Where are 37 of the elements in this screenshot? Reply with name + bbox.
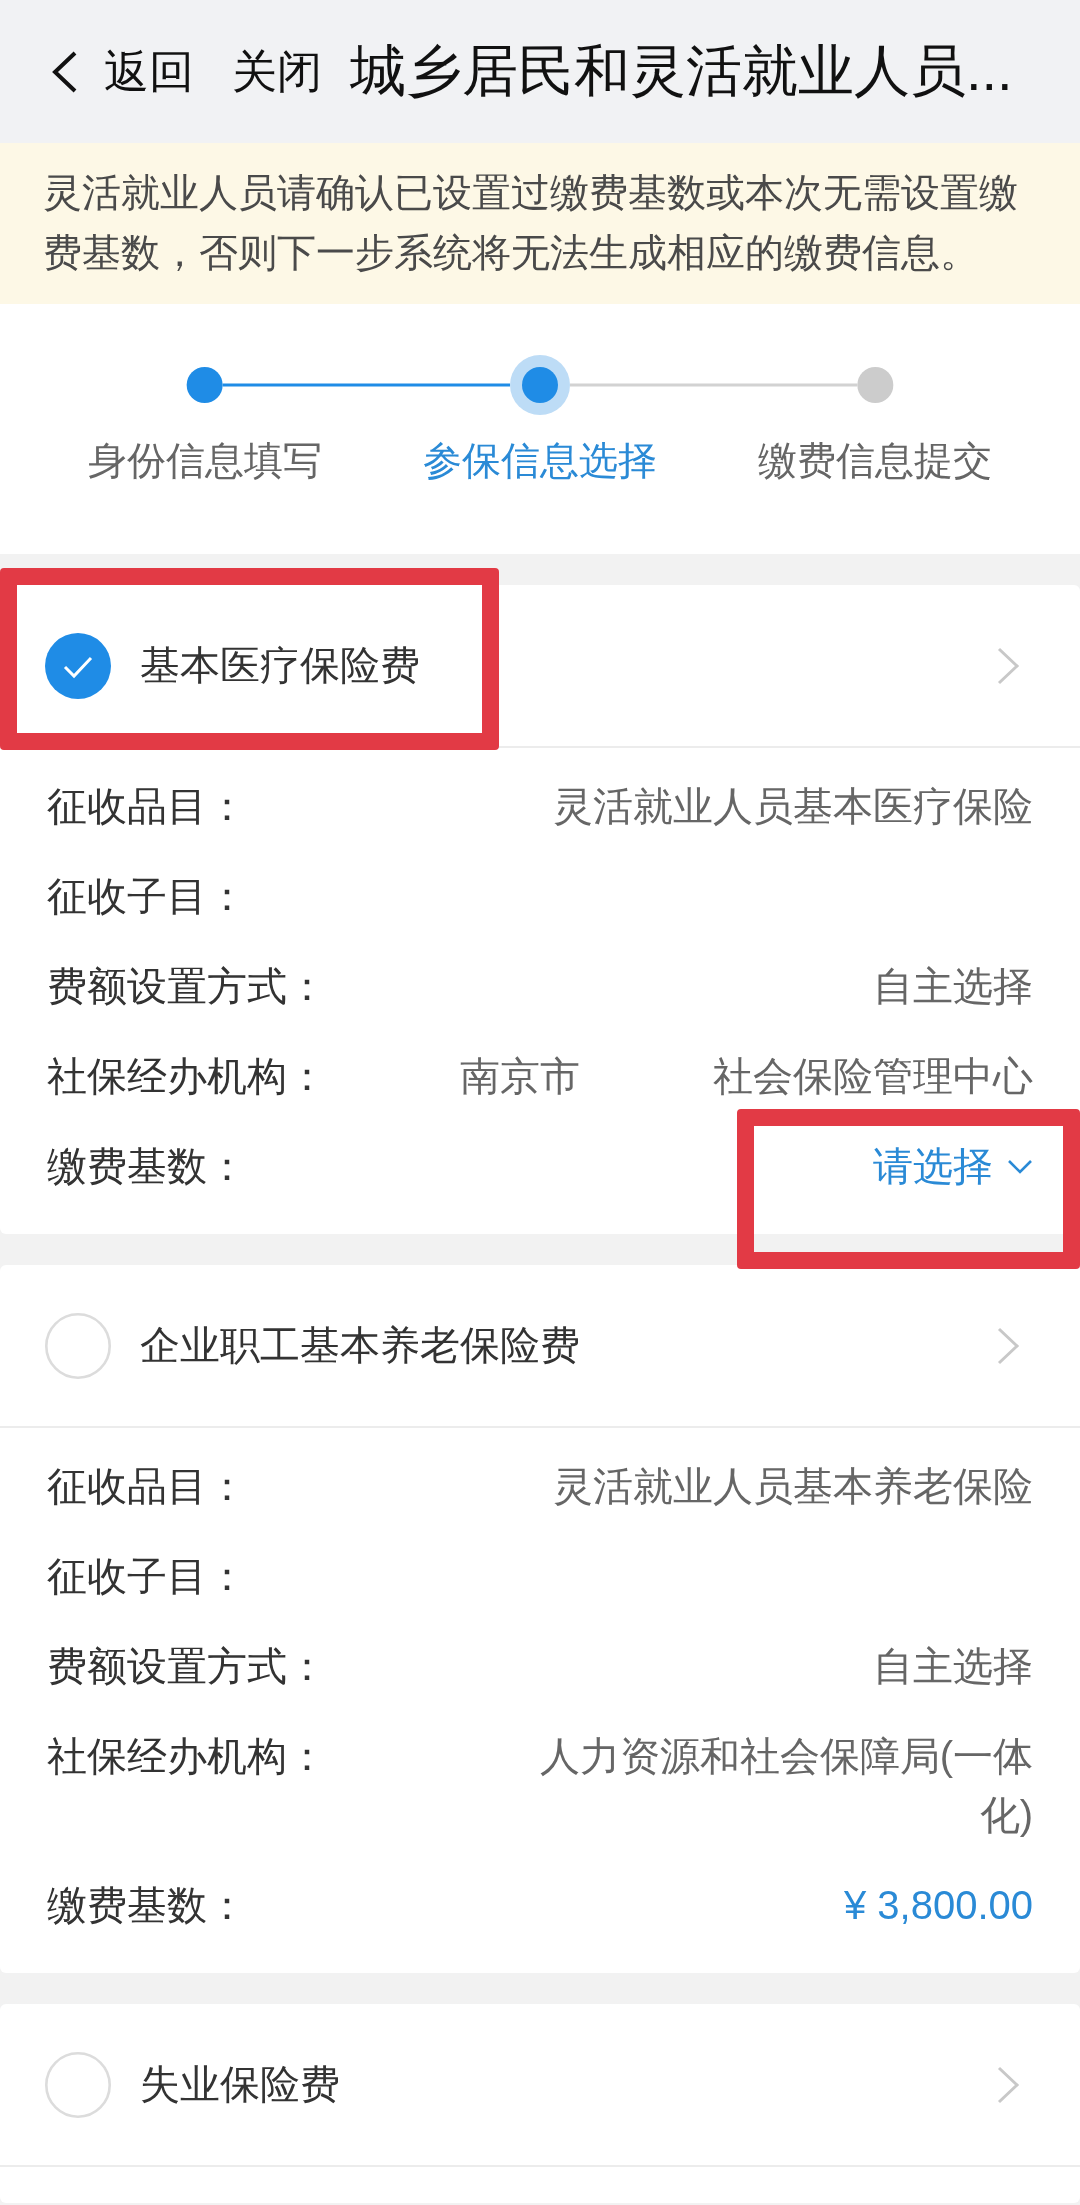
page-title: 城乡居民和灵活就业人员...: [350, 37, 1013, 104]
checkbox[interactable]: [45, 2051, 111, 2118]
chevron-right-icon[interactable]: [996, 1325, 1020, 1366]
chevron-right-icon[interactable]: [996, 2064, 1020, 2105]
item-title: 失业保险费: [140, 2061, 340, 2108]
field-value: 南京市: [460, 1053, 580, 1100]
field-label: 征收品目：: [47, 1463, 247, 1510]
back-button[interactable]: 返回: [52, 41, 194, 102]
close-button[interactable]: 关闭: [232, 41, 322, 102]
field-label: 缴费基数：: [47, 1143, 247, 1190]
item-title: 基本医疗保险费: [140, 642, 420, 689]
field-value: 社会保险管理中心: [713, 1053, 1033, 1100]
field-label: 费额设置方式：: [47, 1643, 327, 1690]
item-title: 企业职工基本养老保险费: [140, 1322, 580, 1369]
field-value: 自主选择: [873, 963, 1033, 1010]
field-value: 灵活就业人员基本医疗保险: [553, 783, 1033, 830]
chevron-left-icon: [52, 50, 78, 93]
field-label: 费额设置方式：: [47, 963, 327, 1010]
checkbox[interactable]: [45, 632, 111, 699]
notice-banner: 灵活就业人员请确认已设置过缴费基数或本次无需设置缴费基数，否则下一步系统将无法生成相应的缴费信息。: [0, 143, 1080, 304]
step-label: 身份信息填写: [87, 438, 322, 484]
checkbox[interactable]: [45, 1312, 111, 1379]
step-label: 缴费信息提交: [758, 438, 993, 484]
field-value: 人力资源和社会保障局(一体化): [538, 1733, 1033, 1839]
field-value: 灵活就业人员基本养老保险: [553, 1463, 1033, 1510]
chevron-down-icon: [1007, 1159, 1033, 1174]
amount-value: ¥ 3,800.00: [843, 1882, 1033, 1929]
field-label: 征收子目：: [47, 1553, 247, 1600]
field-label: 社保经办机构：: [47, 1053, 327, 1100]
field-label: 社保经办机构：: [47, 1733, 327, 1780]
field-label: 征收子目：: [47, 873, 247, 920]
field-label: 缴费基数：: [47, 1882, 247, 1929]
dropdown-select[interactable]: 请选择: [873, 1137, 1033, 1196]
step-label: 参保信息选择: [423, 438, 657, 484]
field-label: 征收品目：: [47, 783, 247, 830]
chevron-right-icon[interactable]: [996, 645, 1020, 686]
field-value: 自主选择: [873, 1643, 1033, 1690]
